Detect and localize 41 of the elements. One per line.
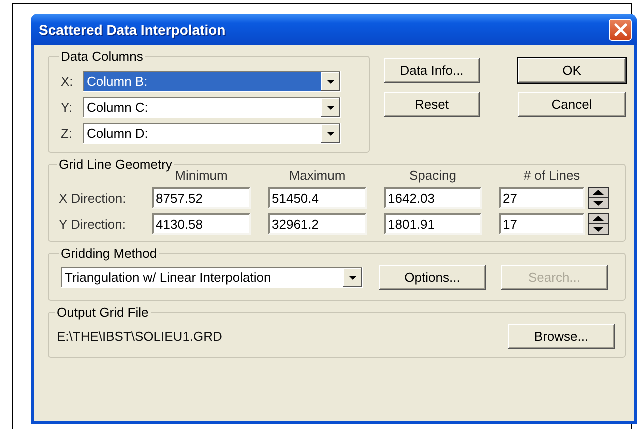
group-title: Data Columns — [60, 49, 144, 64]
file-path: E:\THE\IBST\SOLIEU1.GRD — [57, 329, 222, 344]
input-field[interactable]: 51450.4 — [268, 187, 367, 209]
browse-button[interactable]: Browse... — [508, 324, 615, 349]
group-title: Grid Line Geometry — [58, 157, 174, 172]
column-header: Minimum — [174, 168, 229, 183]
field-label: Y: — [61, 100, 74, 115]
dropdown-arrow-icon — [326, 106, 334, 110]
input-field[interactable]: 4130.58 — [152, 213, 251, 235]
input-field[interactable]: 8757.52 — [152, 187, 251, 209]
dropdown-field[interactable]: Column D: — [83, 123, 341, 144]
row-label: Y Direction: — [59, 216, 127, 232]
input-field[interactable]: 32961.2 — [268, 213, 367, 235]
dropdown-arrow-icon — [326, 80, 334, 84]
spin-button[interactable] — [588, 213, 609, 235]
dialog-button[interactable]: Data Info... — [384, 58, 480, 83]
dialog-button[interactable]: Cancel — [518, 92, 626, 117]
dialog-button[interactable]: OK — [518, 58, 626, 83]
field-label: Z: — [61, 126, 74, 141]
close-button[interactable] — [609, 18, 632, 40]
input-field[interactable]: 1801.91 — [384, 213, 482, 235]
dialog-button[interactable]: Options... — [379, 265, 486, 290]
dropdown-arrow-icon — [326, 132, 334, 136]
column-header: # of Lines — [522, 168, 582, 183]
spin-button[interactable] — [588, 187, 609, 209]
dropdown-arrow-icon — [348, 276, 356, 280]
input-field[interactable]: 1642.03 — [384, 187, 482, 209]
input-field[interactable]: 17 — [499, 213, 585, 235]
column-header: Maximum — [288, 168, 347, 183]
row-label: X Direction: — [59, 190, 128, 206]
dropdown-field[interactable]: Column B: — [83, 71, 341, 92]
close-icon — [614, 22, 628, 36]
dropdown-field[interactable]: Triangulation w/ Linear Interpolation — [61, 267, 363, 288]
field-label: X: — [61, 74, 74, 89]
dropdown-field[interactable]: Column C: — [83, 97, 341, 118]
column-header: Spacing — [408, 168, 458, 183]
input-field[interactable]: 27 — [499, 187, 585, 209]
group-title: Gridding Method — [60, 246, 158, 261]
window-title: Scattered Data Interpolation — [39, 22, 226, 38]
group-title: Output Grid File — [56, 305, 150, 320]
dialog-button[interactable]: Reset — [384, 92, 480, 117]
